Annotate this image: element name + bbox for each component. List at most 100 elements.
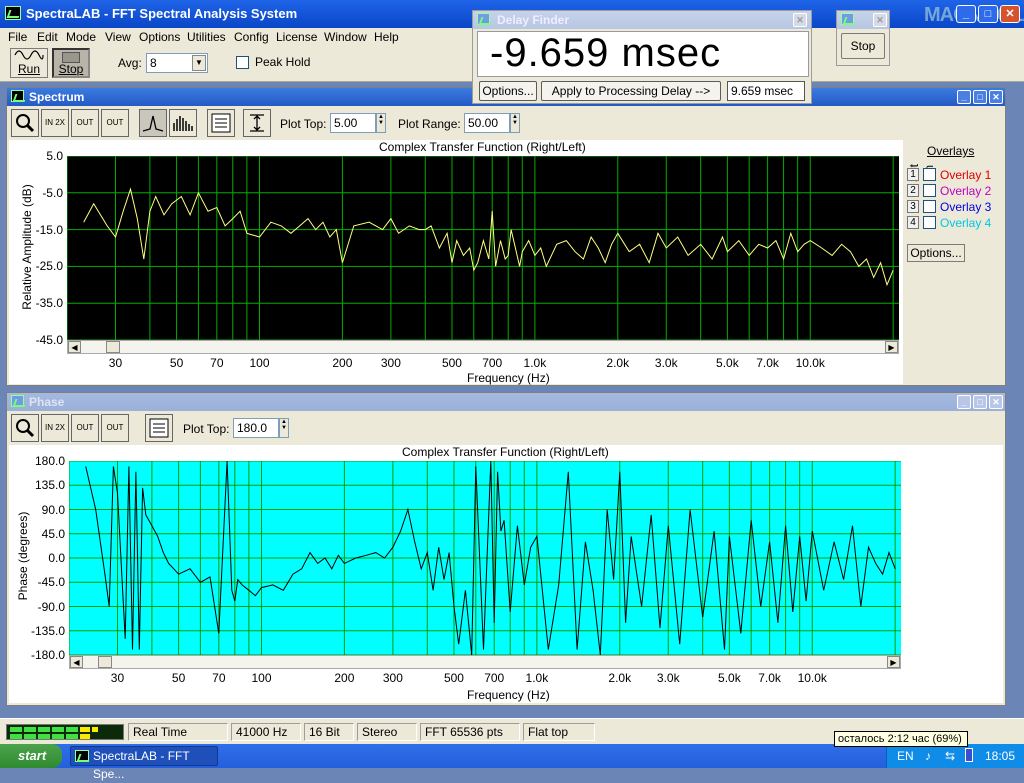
spectrum-plot-range-spinner[interactable]: ▲ ▼: [510, 113, 520, 133]
menu-mode[interactable]: Mode: [66, 28, 96, 46]
y-tick-label: 5.0: [46, 149, 63, 163]
menu-window[interactable]: Window: [324, 28, 367, 46]
clock[interactable]: 18:05: [985, 749, 1015, 763]
network-icon[interactable]: ⇆: [945, 749, 955, 763]
overlays-header: Overlays: [927, 144, 975, 158]
spectrum-minimize-button[interactable]: _: [957, 90, 971, 104]
overlay-on-checkbox[interactable]: [923, 184, 936, 197]
menu-options[interactable]: Options: [139, 28, 180, 46]
run-button[interactable]: Run: [10, 48, 48, 78]
x-tick-label: 3.0k: [654, 356, 678, 370]
zoom-in-2x-button[interactable]: IN 2X: [41, 109, 69, 137]
phase-plot[interactable]: [69, 461, 901, 655]
scroll-thumb[interactable]: [106, 341, 120, 353]
line-mode-button[interactable]: [139, 109, 167, 137]
menu-help[interactable]: Help: [374, 28, 399, 46]
spectrum-maximize-button[interactable]: □: [973, 90, 987, 104]
avg-select[interactable]: 8 ▼: [146, 53, 208, 73]
phase-zoom-out-2x-button[interactable]: OUT 2X: [71, 414, 99, 458]
start-button[interactable]: start: [0, 744, 62, 768]
stop-window-close-button[interactable]: ✕: [873, 13, 887, 27]
speaker-icon[interactable]: ♪: [925, 749, 931, 763]
zoom-magnifier-button[interactable]: [11, 109, 39, 137]
stop-window-title-bar[interactable]: ✕: [837, 11, 889, 29]
scroll-left-icon[interactable]: ◀: [68, 341, 81, 353]
bar-mode-button[interactable]: [169, 109, 197, 137]
overlay-on-checkbox[interactable]: [923, 200, 936, 213]
delay-finder-window: Delay Finder ✕ -9.659 msec Options... Ap…: [472, 10, 812, 104]
phase-close-button[interactable]: ✕: [989, 395, 1003, 409]
stop-window-label: Stop: [850, 39, 876, 53]
spectrum-x-label: Frequency (Hz): [467, 371, 550, 385]
phase-minimize-button[interactable]: _: [957, 395, 971, 409]
close-button[interactable]: ✕: [1000, 5, 1020, 23]
phase-zoom-out-full-button[interactable]: OUT FULL: [101, 414, 129, 458]
menu-edit[interactable]: Edit: [37, 28, 58, 46]
zoom-out-full-button[interactable]: OUT FULL: [101, 109, 129, 153]
delay-value-field[interactable]: 9.659 msec: [727, 81, 805, 101]
properties-button[interactable]: [207, 109, 235, 137]
delay-options-button[interactable]: Options...: [479, 81, 537, 101]
x-tick-label: 50: [171, 671, 186, 685]
y-tick-label: -90.0: [37, 599, 65, 614]
run-label: Run: [17, 62, 40, 76]
chevron-down-icon[interactable]: ▼: [192, 55, 206, 71]
zoom-out-2x-button[interactable]: OUT 2X: [71, 109, 99, 153]
stop-window-button[interactable]: Stop: [841, 33, 885, 59]
phase-zoom-magnifier-button[interactable]: [11, 414, 39, 442]
phase-zoom-in-2x-button[interactable]: IN 2X: [41, 414, 69, 442]
overlay-set-button[interactable]: 3: [907, 200, 919, 213]
minimize-button[interactable]: _: [956, 5, 976, 23]
overlay-on-checkbox[interactable]: [923, 168, 936, 181]
scroll-left-icon[interactable]: ◀: [70, 656, 83, 668]
phase-maximize-button[interactable]: □: [973, 395, 987, 409]
overlay-on-checkbox[interactable]: [923, 216, 936, 229]
delay-readout-panel: -9.659 msec: [477, 31, 809, 77]
phase-properties-button[interactable]: [145, 414, 173, 442]
delay-finder-title-bar[interactable]: Delay Finder ✕: [473, 11, 811, 29]
x-tick-label: 500: [443, 671, 464, 685]
status-fft: FFT 65536 pts: [420, 723, 520, 741]
peak-hold-label: Peak Hold: [255, 55, 311, 69]
maximize-button[interactable]: □: [978, 5, 998, 23]
apply-delay-button[interactable]: Apply to Processing Delay -->: [541, 81, 721, 101]
autoscale-button[interactable]: [243, 109, 271, 137]
menu-file[interactable]: File: [8, 28, 27, 46]
overlay-set-button[interactable]: 1: [907, 168, 919, 181]
phase-plot-top-input[interactable]: 180.0: [233, 418, 279, 438]
battery-icon[interactable]: [965, 748, 973, 762]
peak-hold-checkbox[interactable]: [236, 56, 249, 69]
taskbar-item-spectralab[interactable]: SpectraLAB - FFT Spe...: [70, 746, 218, 781]
spectrum-plot-top-spinner[interactable]: ▲ ▼: [376, 113, 386, 133]
phase-x-label: Frequency (Hz): [467, 688, 550, 702]
phase-plot-top-spinner[interactable]: ▲ ▼: [279, 418, 289, 438]
phase-h-scrollbar[interactable]: ◀ ▶: [69, 655, 901, 669]
stop-toggle-button[interactable]: Stop: [52, 48, 90, 78]
menu-config[interactable]: Config: [234, 28, 269, 46]
x-tick-label: 10.0k: [795, 356, 825, 370]
overlay-label: Overlay 1: [940, 168, 992, 182]
phase-title-bar[interactable]: Phase _ □ ✕: [7, 393, 1005, 411]
menu-utilities[interactable]: Utilities: [187, 28, 226, 46]
x-tick-label: 70: [212, 671, 226, 685]
spectrum-plot-top-label: Plot Top:: [280, 117, 327, 131]
x-tick-label: 700: [482, 356, 503, 370]
overlay-options-button[interactable]: Options...: [907, 244, 965, 262]
language-indicator[interactable]: EN: [897, 749, 914, 763]
spectrum-close-button[interactable]: ✕: [989, 90, 1003, 104]
phase-plot-top-label: Plot Top:: [183, 422, 230, 436]
scroll-thumb[interactable]: [98, 656, 112, 668]
spectrum-plot-range-input[interactable]: 50.00: [464, 113, 510, 133]
delay-finder-close-button[interactable]: ✕: [793, 13, 807, 27]
scroll-right-icon[interactable]: ▶: [885, 341, 898, 353]
spectrum-plot[interactable]: [67, 156, 899, 340]
status-mode: Real Time: [128, 723, 228, 741]
overlay-set-button[interactable]: 2: [907, 184, 919, 197]
overlay-label: Overlay 2: [940, 184, 992, 198]
menu-view[interactable]: View: [105, 28, 131, 46]
overlay-set-button[interactable]: 4: [907, 216, 919, 229]
spectrum-h-scrollbar[interactable]: ◀ ▶: [67, 340, 899, 354]
menu-license[interactable]: License: [276, 28, 317, 46]
scroll-right-icon[interactable]: ▶: [887, 656, 900, 668]
spectrum-plot-top-input[interactable]: 5.00: [330, 113, 376, 133]
